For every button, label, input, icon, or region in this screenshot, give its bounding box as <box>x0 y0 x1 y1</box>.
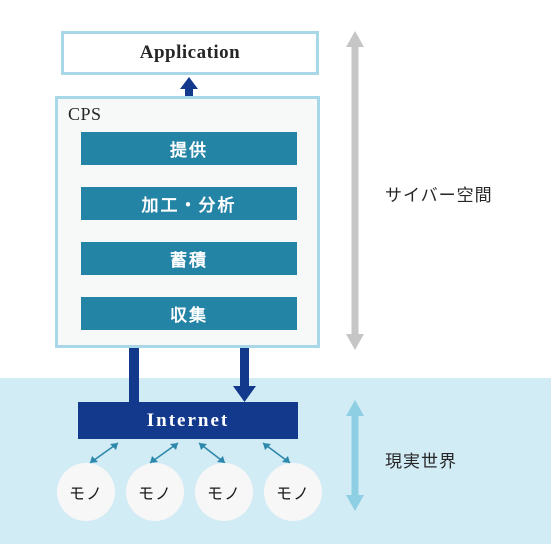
application-box: Application <box>61 31 319 75</box>
cps-layer-store: 蓄積 <box>81 242 297 275</box>
cps-layer-collect-label: 収集 <box>170 306 208 325</box>
cps-layer-analyze: 加工・分析 <box>81 187 297 220</box>
thing-node-2: モノ <box>126 463 184 521</box>
cyberspace-range-arrow <box>346 31 364 350</box>
thing-node-2-label: モノ <box>137 486 172 503</box>
thing-node-3-label: モノ <box>206 486 241 503</box>
cps-layer-provide: 提供 <box>81 132 297 165</box>
realworld-label: 現実世界 <box>385 452 457 471</box>
internet-box: Internet <box>78 402 298 439</box>
cps-label: CPS <box>68 104 102 124</box>
cps-layer-collect: 収集 <box>81 297 297 330</box>
application-label: Application <box>139 42 241 63</box>
cps-layer-provide-label: 提供 <box>170 141 208 160</box>
internet-label: Internet <box>146 409 230 431</box>
thing-node-3: モノ <box>195 463 253 521</box>
thing-node-1-label: モノ <box>68 486 103 503</box>
thing-node-4-label: モノ <box>275 486 310 503</box>
cps-layer-store-label: 蓄積 <box>170 251 208 270</box>
cyberspace-label: サイバー空間 <box>385 186 493 205</box>
cps-layer-analyze-label: 加工・分析 <box>141 196 237 215</box>
diagram-canvas: Application CPS 提供 加工・分析 蓄積 収集 Internet … <box>0 0 551 544</box>
thing-node-4: モノ <box>264 463 322 521</box>
thing-node-1: モノ <box>57 463 115 521</box>
